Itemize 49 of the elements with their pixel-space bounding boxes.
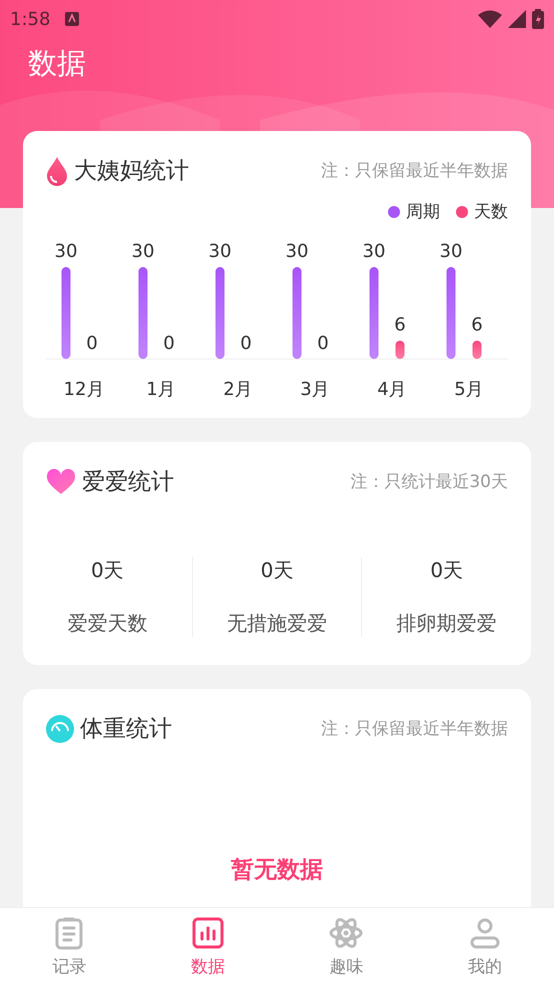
value-label: 0 xyxy=(163,333,175,354)
value-label: 0 xyxy=(317,333,329,354)
card-note: 注：只保留最近半年数据 xyxy=(321,718,508,740)
value-label: 0 xyxy=(86,333,98,354)
value-label: 30 xyxy=(54,241,78,262)
tab[interactable]: 我的 xyxy=(416,908,554,984)
legend-label: 周期 xyxy=(406,201,440,223)
heart-icon xyxy=(46,468,76,494)
value-label: 30 xyxy=(208,241,232,262)
axis-label: 4月 xyxy=(377,379,407,400)
tab[interactable]: 趣味 xyxy=(277,908,416,984)
value-label: 6 xyxy=(394,314,406,336)
bar xyxy=(472,340,482,359)
stat-value: 0天 xyxy=(430,557,464,584)
axis-label: 1月 xyxy=(146,379,176,400)
status-time: 1:58 xyxy=(10,8,50,30)
tab[interactable]: 记录 xyxy=(0,908,138,984)
card-note: 注：只保留最近半年数据 xyxy=(321,160,508,182)
gauge-icon xyxy=(46,714,74,742)
card-title: 爱爱统计 xyxy=(82,468,174,497)
stat-label: 排卵期爱爱 xyxy=(396,610,497,637)
bar-chart-icon xyxy=(190,914,225,950)
drop-icon xyxy=(46,156,68,186)
value-label: 6 xyxy=(471,314,483,336)
signal-icon xyxy=(508,10,526,28)
axis-label: 3月 xyxy=(300,379,330,400)
legend-label: 天数 xyxy=(474,201,508,223)
axis-label: 2月 xyxy=(223,379,253,400)
stat-label: 爱爱天数 xyxy=(67,610,148,637)
battery-icon xyxy=(532,9,544,29)
value-label: 30 xyxy=(286,241,308,262)
card-title: 体重统计 xyxy=(80,715,172,744)
stat-value: 0天 xyxy=(260,557,294,584)
tab[interactable]: 数据 xyxy=(138,908,277,984)
wifi-icon xyxy=(478,10,502,28)
card-note: 注：只统计最近30天 xyxy=(350,471,508,493)
axis-label: 5月 xyxy=(454,379,484,400)
value-label: 30 xyxy=(362,241,386,262)
bar xyxy=(396,340,404,359)
axis-label: 12月 xyxy=(64,379,104,400)
notification-icon xyxy=(64,11,80,27)
empty-message: 暂无数据 xyxy=(230,856,324,885)
card-title: 大姨妈统计 xyxy=(74,157,189,186)
stat-label: 无措施爱爱 xyxy=(227,610,327,637)
value-label: 30 xyxy=(132,241,154,262)
value-label: 30 xyxy=(440,241,462,262)
page-title: 数据 xyxy=(27,45,87,82)
value-label: 0 xyxy=(240,333,252,354)
stat-value: 0天 xyxy=(90,557,124,584)
